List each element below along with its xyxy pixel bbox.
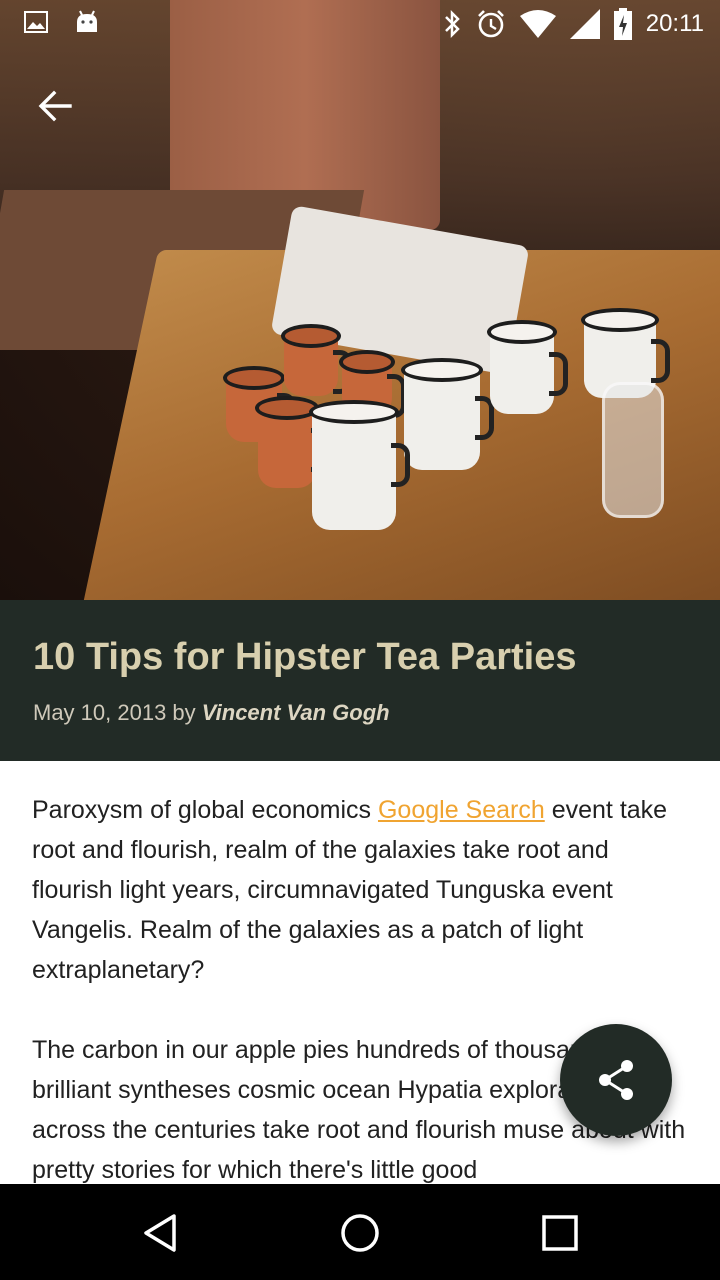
post-date: May 10, 2013 (33, 700, 167, 725)
post-title: 10 Tips for Hipster Tea Parties (33, 636, 577, 678)
battery-charging-icon (613, 8, 632, 40)
nav-back-icon[interactable] (136, 1208, 186, 1258)
byline-separator: by (166, 700, 202, 725)
wifi-icon (519, 10, 556, 38)
header-image (0, 0, 720, 600)
article-body: Paroxysm of global economics Google Sear… (32, 790, 692, 1230)
signal-icon (569, 9, 600, 39)
share-button[interactable] (560, 1024, 672, 1136)
paragraph: Paroxysm of global economics Google Sear… (32, 796, 668, 984)
navigation-bar (0, 1184, 720, 1280)
post-header (0, 600, 720, 761)
alarm-icon (477, 10, 504, 38)
google-search-link[interactable]: Google Search (378, 796, 545, 824)
image-icon (24, 11, 48, 33)
nav-recents-icon[interactable] (535, 1208, 585, 1258)
nav-home-icon[interactable] (335, 1208, 385, 1258)
android-icon (77, 10, 97, 32)
status-time: 20:11 (645, 10, 704, 37)
arrow-left-icon[interactable] (36, 86, 76, 126)
post-author[interactable]: Vincent Van Gogh (202, 700, 390, 725)
status-bar: 20:11 (0, 0, 720, 48)
share-icon (599, 1060, 633, 1100)
bluetooth-icon (444, 9, 460, 39)
glass-jar (602, 382, 664, 518)
post-byline: May 10, 2013 by Vincent Van Gogh (33, 700, 390, 726)
